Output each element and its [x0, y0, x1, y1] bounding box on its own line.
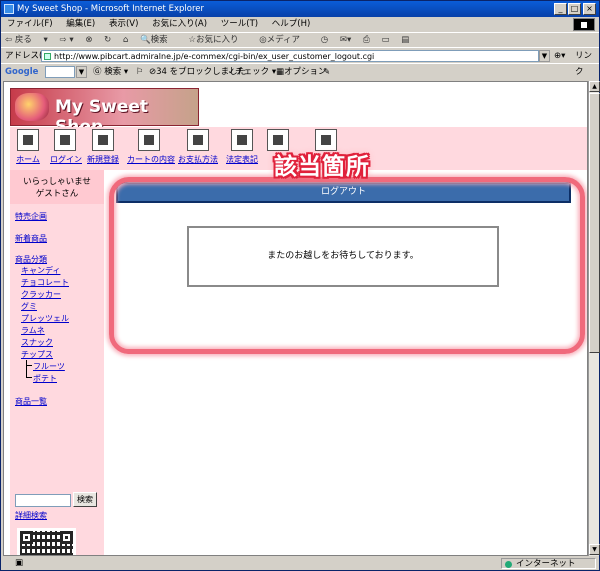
- nav-home[interactable]: ホーム: [16, 129, 40, 165]
- nav-legal[interactable]: 法定表記: [225, 129, 259, 165]
- address-dropdown[interactable]: ▼: [539, 50, 550, 62]
- category-item[interactable]: プレッツェル: [21, 313, 69, 324]
- nav-login[interactable]: ログイン: [50, 129, 82, 165]
- google-search-input[interactable]: [45, 66, 75, 78]
- candy-logo-icon: [15, 93, 49, 121]
- print-icon[interactable]: ⎙: [363, 35, 370, 45]
- sidebar-link-all-products[interactable]: 商品一覧: [15, 396, 47, 407]
- advanced-search-link[interactable]: 詳細検索: [15, 510, 47, 521]
- door-icon: [54, 129, 76, 151]
- page-icon: [44, 53, 51, 60]
- minimize-button[interactable]: _: [554, 3, 567, 15]
- menu-file[interactable]: ファイル(F): [7, 19, 53, 29]
- sidebar-link-special[interactable]: 特売企画: [15, 211, 47, 222]
- sidebar-link-category[interactable]: 商品分類: [15, 254, 47, 265]
- google-search-dropdown[interactable]: ▼: [76, 66, 87, 78]
- menu-help[interactable]: ヘルプ(H): [272, 19, 311, 29]
- spellcheck-button[interactable]: ✓チェック ▾: [228, 64, 276, 80]
- menu-bar: ファイル(F) 編集(E) 表示(V) お気に入り(A) ツール(T) ヘルプ(…: [1, 17, 599, 32]
- nav-register[interactable]: 新規登録: [87, 129, 119, 165]
- refresh-icon[interactable]: ↻: [104, 35, 111, 45]
- pagerank-icon[interactable]: ⚐: [136, 64, 144, 80]
- category-item[interactable]: グミ: [21, 301, 37, 312]
- shop-logo[interactable]: My Sweet Shop: [10, 88, 199, 137]
- tree-branch: [26, 377, 32, 378]
- google-toolbar: Google ▼ Ⓖ 検索 ▾ ⚐ ⊘34 をブロックしました ✓チェック ▾ …: [1, 63, 599, 79]
- yen-icon: [187, 129, 209, 151]
- media-button[interactable]: ◎メディア: [259, 35, 309, 45]
- search-button[interactable]: 🔍検索: [140, 35, 177, 45]
- favorites-button[interactable]: ☆お気に入り: [188, 35, 247, 45]
- address-bar: アドレス(D) http://www.pibcart.admiralne.jp/…: [1, 47, 599, 77]
- highlight-icon[interactable]: ✎: [323, 64, 330, 80]
- tree-branch: [26, 365, 32, 366]
- edit-icon[interactable]: ▭: [382, 35, 390, 45]
- product-search-input[interactable]: [15, 494, 71, 507]
- scroll-up-icon[interactable]: ▲: [589, 81, 600, 92]
- forward-button[interactable]: ⇨ ▾: [60, 35, 74, 45]
- annotation-label: 該当箇所: [274, 154, 370, 180]
- subcategory-item[interactable]: フルーツ: [33, 361, 65, 372]
- options-button[interactable]: ▦オプション: [276, 64, 327, 80]
- category-item[interactable]: チップス: [21, 349, 53, 360]
- menu-edit[interactable]: 編集(E): [66, 19, 95, 29]
- category-item[interactable]: クラッカー: [21, 289, 61, 300]
- title-bar: My Sweet Shop - Microsoft Internet Explo…: [1, 1, 599, 17]
- discuss-icon[interactable]: ▤: [401, 35, 409, 45]
- security-zone: インターネット: [501, 558, 596, 569]
- status-page-icon: ▣: [15, 558, 24, 568]
- home-icon[interactable]: ⌂: [123, 35, 128, 45]
- subcategory-item[interactable]: ポテト: [33, 373, 57, 384]
- qr-code: [17, 528, 76, 555]
- close-button[interactable]: ×: [583, 3, 596, 15]
- category-item[interactable]: チョコレート: [21, 277, 69, 288]
- sidebar-link-new[interactable]: 新着商品: [15, 233, 47, 244]
- vertical-scrollbar[interactable]: ▲ ▼: [588, 81, 600, 556]
- menu-favorites[interactable]: お気に入り(A): [152, 19, 207, 29]
- category-item[interactable]: スナック: [21, 337, 53, 348]
- product-search-button[interactable]: 検索: [73, 492, 97, 507]
- status-bar: ▣ インターネット: [1, 557, 599, 570]
- nav-cart[interactable]: カートの内容: [127, 129, 175, 165]
- cart-icon: [138, 129, 160, 151]
- document-icon: [231, 129, 253, 151]
- standard-toolbar: ⇦ 戻る ▾ ⇨ ▾ ⊗ ↻ ⌂ 🔍検索 ☆お気に入り ◎メディア ◷ ✉▾ ⎙…: [1, 32, 599, 47]
- scroll-thumb[interactable]: [589, 93, 600, 353]
- home-icon: [17, 129, 39, 151]
- ie-icon: [4, 4, 14, 14]
- sidebar: いらっしゃいませ ゲストさん 特売企画 新着商品 商品分類 キャンディ チョコレ…: [10, 170, 104, 555]
- nav-payment[interactable]: お支払方法: [178, 129, 218, 165]
- google-logo[interactable]: Google: [5, 67, 38, 77]
- mail-icon[interactable]: ✉▾: [340, 35, 351, 45]
- back-button[interactable]: ⇦ 戻る ▾: [5, 35, 48, 45]
- scroll-down-icon[interactable]: ▼: [589, 544, 600, 555]
- greeting: いらっしゃいませ ゲストさん: [10, 170, 104, 204]
- tree-line: [26, 360, 27, 378]
- window-title: My Sweet Shop - Microsoft Internet Explo…: [17, 4, 204, 14]
- google-search-button[interactable]: Ⓖ 検索 ▾: [93, 64, 128, 80]
- page-viewport: My Sweet Shop ホーム ログイン 新規登録 カートの内容 お支払方法…: [3, 81, 588, 556]
- windows-logo-icon: [573, 18, 595, 31]
- go-button[interactable]: ⊕▾: [554, 48, 565, 64]
- category-item[interactable]: ラムネ: [21, 325, 45, 336]
- address-input[interactable]: http://www.pibcart.admiralne.jp/e-commex…: [41, 50, 539, 62]
- pen-icon: [92, 129, 114, 151]
- category-item[interactable]: キャンディ: [21, 265, 60, 276]
- address-url: http://www.pibcart.admiralne.jp/e-commex…: [54, 52, 375, 61]
- menu-tools[interactable]: ツール(T): [221, 19, 258, 29]
- menu-view[interactable]: 表示(V): [109, 19, 138, 29]
- browser-window: My Sweet Shop - Microsoft Internet Explo…: [0, 0, 600, 571]
- maximize-button[interactable]: □: [568, 3, 581, 15]
- annotation-highlight: [109, 177, 585, 354]
- stop-icon[interactable]: ⊗: [85, 35, 92, 45]
- history-icon[interactable]: ◷: [321, 35, 328, 45]
